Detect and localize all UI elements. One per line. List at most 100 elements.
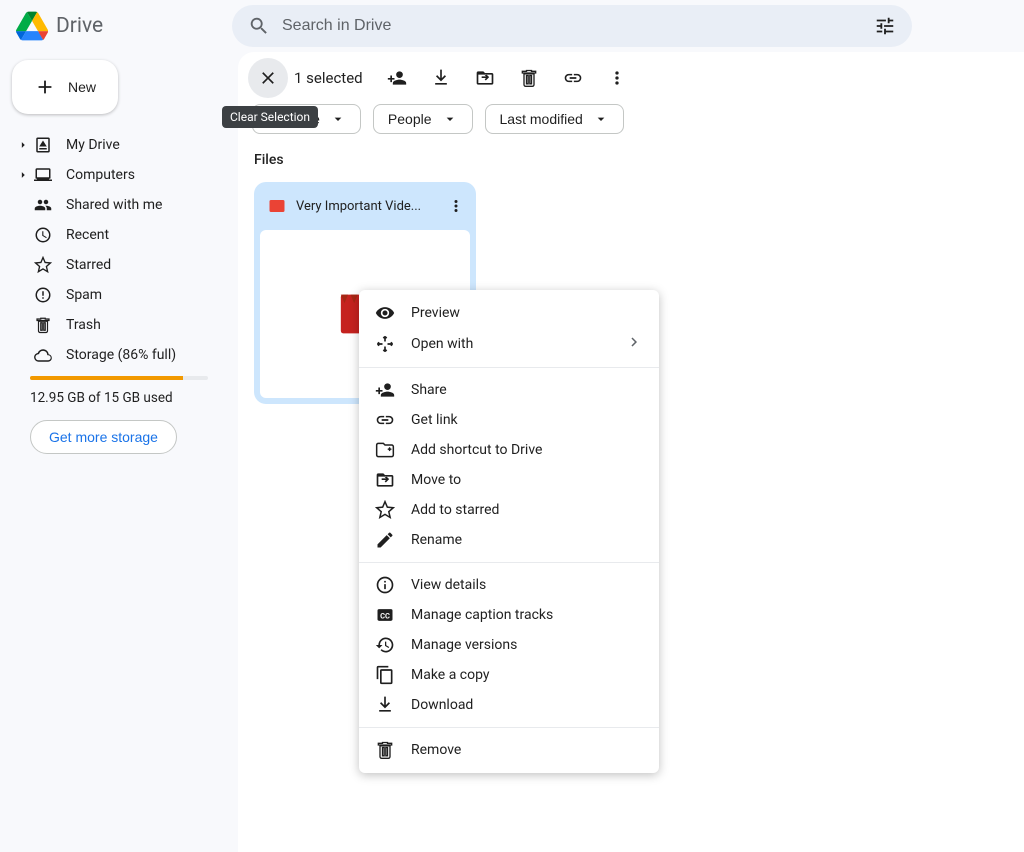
menu-item-label: Add to starred — [411, 502, 499, 518]
trash-icon — [375, 740, 395, 760]
plus-icon — [34, 76, 56, 98]
menu-item-download[interactable]: Download — [359, 690, 659, 720]
get-more-storage-button[interactable]: Get more storage — [30, 420, 177, 454]
menu-item-label: Get link — [411, 412, 458, 428]
spam-icon — [34, 286, 52, 304]
more-actions-button[interactable] — [597, 58, 637, 98]
rename-icon — [375, 530, 395, 550]
video-file-icon — [268, 197, 286, 215]
copy-icon — [375, 665, 395, 685]
sidebar-item-spam[interactable]: Spam — [8, 280, 220, 310]
eye-icon — [375, 303, 395, 323]
menu-item-add-shortcut-to-drive[interactable]: Add shortcut to Drive — [359, 435, 659, 465]
new-button-label: New — [68, 79, 96, 95]
chevron-down-icon — [330, 111, 346, 127]
download-icon — [375, 695, 395, 715]
selection-count: 1 selected — [294, 69, 363, 87]
move-to-button[interactable] — [465, 58, 505, 98]
file-context-menu: Preview Open with Share Get link Add shortcu… — [359, 290, 659, 773]
menu-item-get-link[interactable]: Get link — [359, 405, 659, 435]
menu-item-label: Remove — [411, 742, 461, 758]
menu-item-move-to[interactable]: Move to — [359, 465, 659, 495]
menu-item-share[interactable]: Share — [359, 375, 659, 405]
search-bar[interactable] — [232, 5, 912, 47]
shortcut-icon — [375, 440, 395, 460]
person-add-icon — [375, 380, 395, 400]
expand-arrow-icon[interactable] — [14, 166, 32, 184]
menu-item-manage-versions[interactable]: Manage versions — [359, 630, 659, 660]
info-icon — [375, 575, 395, 595]
selection-toolbar: 1 selected — [238, 52, 1024, 104]
search-input[interactable] — [270, 17, 874, 35]
menu-item-label: Make a copy — [411, 667, 490, 683]
menu-item-label: Download — [411, 697, 473, 713]
share-button[interactable] — [377, 58, 417, 98]
recent-icon — [34, 226, 52, 244]
menu-item-label: Share — [411, 382, 447, 398]
sidebar: New My Drive Computers Shared with me Re… — [0, 52, 232, 852]
chevron-down-icon — [593, 111, 609, 127]
drive-icon — [16, 10, 48, 42]
sidebar-item-label: Spam — [66, 287, 102, 303]
app-name: Drive — [56, 14, 103, 38]
tooltip-clear-selection: Clear Selection — [222, 106, 318, 128]
sidebar-item-trash[interactable]: Trash — [8, 310, 220, 340]
shared-icon — [34, 196, 52, 214]
filter-row: File type People Last modified — [238, 104, 1024, 148]
filter-people[interactable]: People — [373, 104, 473, 134]
sidebar-item-label: Starred — [66, 257, 111, 273]
menu-item-label: Add shortcut to Drive — [411, 442, 542, 458]
sidebar-item-computers[interactable]: Computers — [8, 160, 220, 190]
sidebar-item-starred[interactable]: Starred — [8, 250, 220, 280]
sidebar-item-label: Computers — [66, 167, 135, 183]
open-icon — [375, 334, 395, 354]
search-icon[interactable] — [248, 15, 270, 37]
menu-item-remove[interactable]: Remove — [359, 735, 659, 765]
storage-progress-fill — [30, 376, 183, 380]
star-icon — [375, 500, 395, 520]
drive-logo[interactable]: Drive — [16, 10, 232, 42]
menu-item-label: Move to — [411, 472, 461, 488]
menu-item-rename[interactable]: Rename — [359, 525, 659, 555]
star-icon — [34, 256, 52, 274]
chevron-right-icon — [625, 333, 643, 355]
expand-arrow-icon[interactable] — [14, 136, 32, 154]
sidebar-item-mydrive[interactable]: My Drive — [8, 130, 220, 160]
sidebar-item-label: Storage (86% full) — [66, 347, 176, 363]
get-link-button[interactable] — [553, 58, 593, 98]
computers-icon — [34, 166, 52, 184]
menu-item-label: View details — [411, 577, 486, 593]
menu-item-make-a-copy[interactable]: Make a copy — [359, 660, 659, 690]
clear-selection-button[interactable] — [248, 58, 288, 98]
menu-item-label: Open with — [411, 336, 473, 352]
menu-item-open-with[interactable]: Open with — [359, 328, 659, 360]
menu-item-add-to-starred[interactable]: Add to starred — [359, 495, 659, 525]
storage-progress-bar — [30, 376, 208, 380]
move-icon — [375, 470, 395, 490]
mydrive-icon — [34, 136, 52, 154]
filter-last-modified[interactable]: Last modified — [485, 104, 624, 134]
menu-item-label: Manage caption tracks — [411, 607, 553, 623]
sidebar-item-label: Shared with me — [66, 197, 162, 213]
storage-used-text: 12.95 GB of 15 GB used — [30, 390, 220, 406]
sidebar-item-recent[interactable]: Recent — [8, 220, 220, 250]
download-button[interactable] — [421, 58, 461, 98]
file-more-button[interactable] — [442, 192, 470, 220]
new-button[interactable]: New — [12, 60, 118, 114]
cloud-icon — [34, 346, 52, 364]
chevron-down-icon — [442, 111, 458, 127]
menu-item-label: Manage versions — [411, 637, 517, 653]
trash-icon — [34, 316, 52, 334]
menu-item-label: Preview — [411, 305, 460, 321]
sidebar-item-shared[interactable]: Shared with me — [8, 190, 220, 220]
menu-item-view-details[interactable]: View details — [359, 570, 659, 600]
delete-button[interactable] — [509, 58, 549, 98]
app-header: Drive — [0, 0, 1024, 52]
link-icon — [375, 410, 395, 430]
menu-item-manage-caption-tracks[interactable]: Manage caption tracks — [359, 600, 659, 630]
search-options-icon[interactable] — [874, 15, 896, 37]
menu-item-preview[interactable]: Preview — [359, 298, 659, 328]
history-icon — [375, 635, 395, 655]
file-name: Very Important Vide... — [296, 199, 432, 214]
sidebar-item-storage[interactable]: Storage (86% full) — [8, 340, 220, 370]
